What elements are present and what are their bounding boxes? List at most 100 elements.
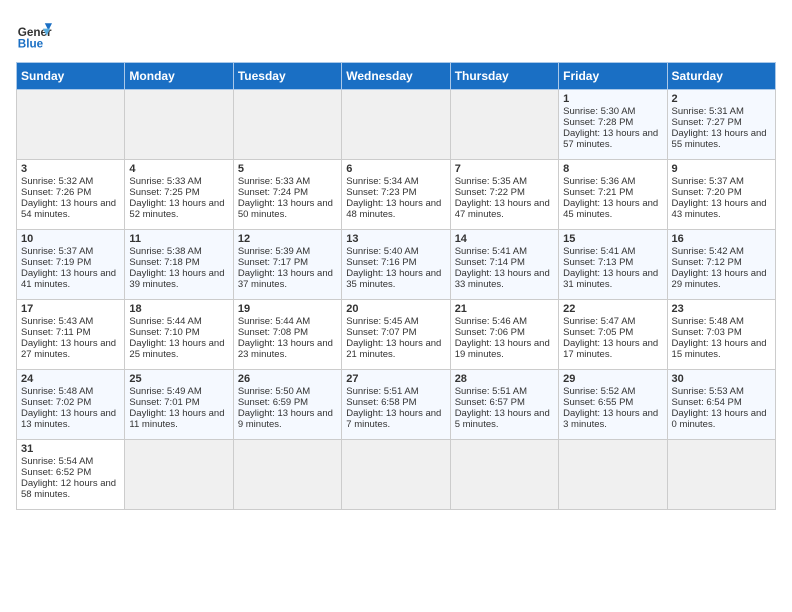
day-number: 2 bbox=[672, 93, 771, 105]
day-info: Sunrise: 5:41 AM Sunset: 7:14 PM Dayligh… bbox=[455, 246, 550, 290]
calendar-cell: 23Sunrise: 5:48 AM Sunset: 7:03 PM Dayli… bbox=[667, 300, 775, 370]
calendar-cell: 1Sunrise: 5:30 AM Sunset: 7:28 PM Daylig… bbox=[559, 90, 667, 160]
day-number: 5 bbox=[238, 163, 337, 175]
day-number: 12 bbox=[238, 233, 337, 245]
calendar-cell: 19Sunrise: 5:44 AM Sunset: 7:08 PM Dayli… bbox=[233, 300, 341, 370]
day-number: 20 bbox=[346, 303, 445, 315]
day-number: 22 bbox=[563, 303, 662, 315]
day-info: Sunrise: 5:48 AM Sunset: 7:03 PM Dayligh… bbox=[672, 316, 767, 360]
day-number: 14 bbox=[455, 233, 554, 245]
svg-text:Blue: Blue bbox=[18, 38, 44, 51]
calendar-cell: 21Sunrise: 5:46 AM Sunset: 7:06 PM Dayli… bbox=[450, 300, 558, 370]
day-number: 18 bbox=[129, 303, 228, 315]
day-number: 23 bbox=[672, 303, 771, 315]
calendar-cell bbox=[450, 90, 558, 160]
day-number: 25 bbox=[129, 373, 228, 385]
calendar-cell: 29Sunrise: 5:52 AM Sunset: 6:55 PM Dayli… bbox=[559, 370, 667, 440]
day-info: Sunrise: 5:52 AM Sunset: 6:55 PM Dayligh… bbox=[563, 386, 658, 430]
day-info: Sunrise: 5:43 AM Sunset: 7:11 PM Dayligh… bbox=[21, 316, 116, 360]
calendar-cell bbox=[233, 440, 341, 510]
day-info: Sunrise: 5:31 AM Sunset: 7:27 PM Dayligh… bbox=[672, 106, 767, 150]
day-info: Sunrise: 5:53 AM Sunset: 6:54 PM Dayligh… bbox=[672, 386, 767, 430]
day-header-saturday: Saturday bbox=[667, 63, 775, 90]
calendar-cell: 26Sunrise: 5:50 AM Sunset: 6:59 PM Dayli… bbox=[233, 370, 341, 440]
day-number: 27 bbox=[346, 373, 445, 385]
calendar-cell: 8Sunrise: 5:36 AM Sunset: 7:21 PM Daylig… bbox=[559, 160, 667, 230]
logo-icon: General Blue bbox=[16, 16, 52, 52]
day-info: Sunrise: 5:32 AM Sunset: 7:26 PM Dayligh… bbox=[21, 176, 116, 220]
day-info: Sunrise: 5:51 AM Sunset: 6:58 PM Dayligh… bbox=[346, 386, 441, 430]
day-header-thursday: Thursday bbox=[450, 63, 558, 90]
calendar-cell bbox=[450, 440, 558, 510]
day-info: Sunrise: 5:37 AM Sunset: 7:20 PM Dayligh… bbox=[672, 176, 767, 220]
day-number: 11 bbox=[129, 233, 228, 245]
day-number: 30 bbox=[672, 373, 771, 385]
calendar-cell: 12Sunrise: 5:39 AM Sunset: 7:17 PM Dayli… bbox=[233, 230, 341, 300]
week-row-5: 24Sunrise: 5:48 AM Sunset: 7:02 PM Dayli… bbox=[17, 370, 776, 440]
calendar-cell bbox=[233, 90, 341, 160]
day-info: Sunrise: 5:38 AM Sunset: 7:18 PM Dayligh… bbox=[129, 246, 224, 290]
day-header-friday: Friday bbox=[559, 63, 667, 90]
day-info: Sunrise: 5:49 AM Sunset: 7:01 PM Dayligh… bbox=[129, 386, 224, 430]
calendar-cell bbox=[125, 90, 233, 160]
day-info: Sunrise: 5:37 AM Sunset: 7:19 PM Dayligh… bbox=[21, 246, 116, 290]
day-info: Sunrise: 5:41 AM Sunset: 7:13 PM Dayligh… bbox=[563, 246, 658, 290]
calendar-table: SundayMondayTuesdayWednesdayThursdayFrid… bbox=[16, 62, 776, 510]
day-number: 8 bbox=[563, 163, 662, 175]
day-number: 16 bbox=[672, 233, 771, 245]
day-number: 6 bbox=[346, 163, 445, 175]
calendar-cell: 2Sunrise: 5:31 AM Sunset: 7:27 PM Daylig… bbox=[667, 90, 775, 160]
day-number: 26 bbox=[238, 373, 337, 385]
day-number: 15 bbox=[563, 233, 662, 245]
day-info: Sunrise: 5:44 AM Sunset: 7:08 PM Dayligh… bbox=[238, 316, 333, 360]
week-row-3: 10Sunrise: 5:37 AM Sunset: 7:19 PM Dayli… bbox=[17, 230, 776, 300]
day-info: Sunrise: 5:42 AM Sunset: 7:12 PM Dayligh… bbox=[672, 246, 767, 290]
calendar-cell: 28Sunrise: 5:51 AM Sunset: 6:57 PM Dayli… bbox=[450, 370, 558, 440]
day-info: Sunrise: 5:34 AM Sunset: 7:23 PM Dayligh… bbox=[346, 176, 441, 220]
day-header-wednesday: Wednesday bbox=[342, 63, 450, 90]
calendar-cell bbox=[125, 440, 233, 510]
day-number: 13 bbox=[346, 233, 445, 245]
calendar-cell: 15Sunrise: 5:41 AM Sunset: 7:13 PM Dayli… bbox=[559, 230, 667, 300]
calendar-cell: 5Sunrise: 5:33 AM Sunset: 7:24 PM Daylig… bbox=[233, 160, 341, 230]
week-row-4: 17Sunrise: 5:43 AM Sunset: 7:11 PM Dayli… bbox=[17, 300, 776, 370]
day-info: Sunrise: 5:51 AM Sunset: 6:57 PM Dayligh… bbox=[455, 386, 550, 430]
day-info: Sunrise: 5:40 AM Sunset: 7:16 PM Dayligh… bbox=[346, 246, 441, 290]
calendar-cell: 30Sunrise: 5:53 AM Sunset: 6:54 PM Dayli… bbox=[667, 370, 775, 440]
day-info: Sunrise: 5:50 AM Sunset: 6:59 PM Dayligh… bbox=[238, 386, 333, 430]
day-info: Sunrise: 5:48 AM Sunset: 7:02 PM Dayligh… bbox=[21, 386, 116, 430]
day-number: 9 bbox=[672, 163, 771, 175]
day-number: 24 bbox=[21, 373, 120, 385]
calendar-cell: 3Sunrise: 5:32 AM Sunset: 7:26 PM Daylig… bbox=[17, 160, 125, 230]
day-header-sunday: Sunday bbox=[17, 63, 125, 90]
day-number: 4 bbox=[129, 163, 228, 175]
day-info: Sunrise: 5:35 AM Sunset: 7:22 PM Dayligh… bbox=[455, 176, 550, 220]
calendar-cell: 16Sunrise: 5:42 AM Sunset: 7:12 PM Dayli… bbox=[667, 230, 775, 300]
header-row: SundayMondayTuesdayWednesdayThursdayFrid… bbox=[17, 63, 776, 90]
calendar-cell: 22Sunrise: 5:47 AM Sunset: 7:05 PM Dayli… bbox=[559, 300, 667, 370]
calendar-cell: 20Sunrise: 5:45 AM Sunset: 7:07 PM Dayli… bbox=[342, 300, 450, 370]
calendar-cell bbox=[667, 440, 775, 510]
calendar-cell: 25Sunrise: 5:49 AM Sunset: 7:01 PM Dayli… bbox=[125, 370, 233, 440]
logo: General Blue bbox=[16, 16, 52, 52]
day-info: Sunrise: 5:33 AM Sunset: 7:25 PM Dayligh… bbox=[129, 176, 224, 220]
day-number: 3 bbox=[21, 163, 120, 175]
day-info: Sunrise: 5:36 AM Sunset: 7:21 PM Dayligh… bbox=[563, 176, 658, 220]
calendar-cell: 27Sunrise: 5:51 AM Sunset: 6:58 PM Dayli… bbox=[342, 370, 450, 440]
calendar-cell: 10Sunrise: 5:37 AM Sunset: 7:19 PM Dayli… bbox=[17, 230, 125, 300]
calendar-cell bbox=[342, 440, 450, 510]
day-number: 7 bbox=[455, 163, 554, 175]
day-info: Sunrise: 5:33 AM Sunset: 7:24 PM Dayligh… bbox=[238, 176, 333, 220]
page-header: General Blue bbox=[16, 16, 776, 52]
day-info: Sunrise: 5:30 AM Sunset: 7:28 PM Dayligh… bbox=[563, 106, 658, 150]
day-info: Sunrise: 5:46 AM Sunset: 7:06 PM Dayligh… bbox=[455, 316, 550, 360]
calendar-cell: 24Sunrise: 5:48 AM Sunset: 7:02 PM Dayli… bbox=[17, 370, 125, 440]
day-number: 21 bbox=[455, 303, 554, 315]
day-info: Sunrise: 5:54 AM Sunset: 6:52 PM Dayligh… bbox=[21, 456, 116, 500]
calendar-cell: 11Sunrise: 5:38 AM Sunset: 7:18 PM Dayli… bbox=[125, 230, 233, 300]
calendar-cell: 9Sunrise: 5:37 AM Sunset: 7:20 PM Daylig… bbox=[667, 160, 775, 230]
calendar-cell: 4Sunrise: 5:33 AM Sunset: 7:25 PM Daylig… bbox=[125, 160, 233, 230]
day-number: 19 bbox=[238, 303, 337, 315]
week-row-6: 31Sunrise: 5:54 AM Sunset: 6:52 PM Dayli… bbox=[17, 440, 776, 510]
calendar-cell: 14Sunrise: 5:41 AM Sunset: 7:14 PM Dayli… bbox=[450, 230, 558, 300]
